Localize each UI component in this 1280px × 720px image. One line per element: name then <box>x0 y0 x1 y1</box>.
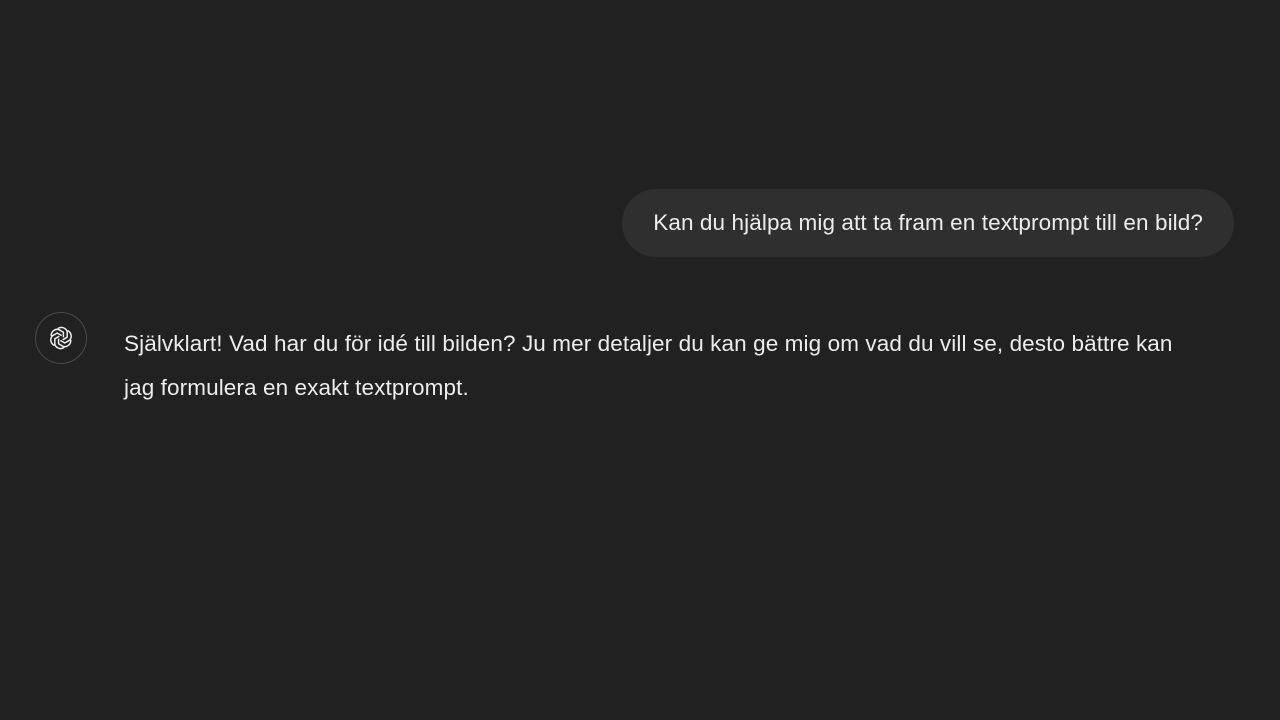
assistant-avatar <box>35 312 87 364</box>
user-message-bubble: Kan du hjälpa mig att ta fram en textpro… <box>622 189 1234 257</box>
assistant-message-row: Självklart! Vad har du för idé till bild… <box>35 312 1245 410</box>
openai-logo-icon <box>46 323 76 353</box>
chat-conversation: Kan du hjälpa mig att ta fram en textpro… <box>0 0 1280 720</box>
user-message-row: Kan du hjälpa mig att ta fram en textpro… <box>622 189 1234 257</box>
assistant-message-text: Självklart! Vad har du för idé till bild… <box>124 331 1173 400</box>
